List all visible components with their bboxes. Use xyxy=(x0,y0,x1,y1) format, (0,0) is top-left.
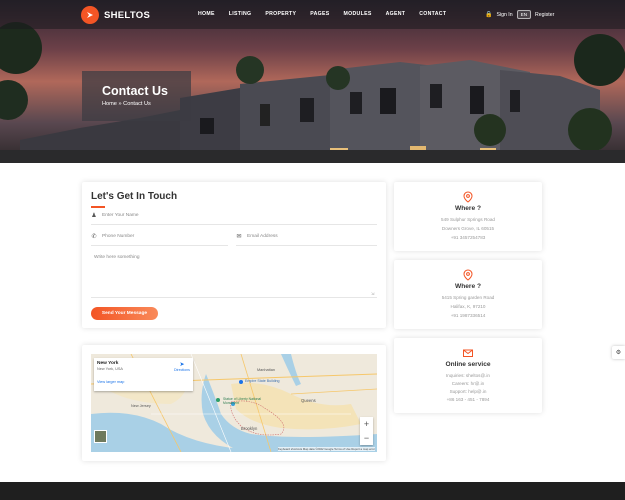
map-pin-icon xyxy=(463,191,473,203)
card-line: +91 1987336514 xyxy=(450,313,486,318)
map-attribution: Keyboard shortcuts Map data ©2022 Google… xyxy=(278,447,375,451)
top-navbar: SHELTOS HOME LISTING PROPERTY PAGES MODU… xyxy=(0,0,625,29)
nav-item-listing[interactable]: LISTING xyxy=(229,11,252,17)
signin-link[interactable]: Sign In xyxy=(496,12,512,18)
card-line: +91 3457254783 xyxy=(450,235,486,240)
nav-item-home[interactable]: HOME xyxy=(198,11,215,17)
main-menu: HOME LISTING PROPERTY PAGES MODULES AGEN… xyxy=(198,11,460,17)
page-title: Contact Us xyxy=(102,84,168,98)
card-heading: Where ? xyxy=(454,283,481,290)
nav-item-contact[interactable]: CONTACT xyxy=(419,11,446,17)
name-underline xyxy=(91,224,377,225)
breadcrumb: Home » Contact Us xyxy=(102,101,151,107)
email-field[interactable]: ✉ Email Address xyxy=(236,233,278,240)
map-card: Empire State Building Statue of Liberty … xyxy=(82,345,386,461)
footer xyxy=(0,482,625,500)
zoom-out-button[interactable]: − xyxy=(360,431,373,445)
register-link[interactable]: Register xyxy=(535,12,554,18)
map-label: Empire State Building xyxy=(245,379,280,383)
phone-icon: ✆ xyxy=(91,234,97,240)
phone-placeholder: Phone Number xyxy=(102,234,135,239)
form-title: Let's Get In Touch xyxy=(91,191,178,202)
map-label: New Jersey xyxy=(131,404,151,408)
card-line: Support: help@.in xyxy=(449,389,487,394)
map-pin-icon xyxy=(463,269,473,281)
brand-name: SHELTOS xyxy=(104,9,151,21)
map-zoom-control: + − xyxy=(360,417,373,445)
resize-handle-icon[interactable]: ⇲ xyxy=(371,291,374,296)
address-card-2: Where ? 5415 Spring garden Road Halifax,… xyxy=(394,260,542,329)
map-label: Queens xyxy=(301,398,316,403)
card-line: Inquiries: sheltos@.in xyxy=(446,373,490,378)
card-line: Halifax, K, 97210 xyxy=(450,304,486,309)
user-icon: ♟ xyxy=(91,213,97,219)
mail-icon: ✉ xyxy=(236,234,242,240)
title-underline xyxy=(91,206,105,208)
logo-icon xyxy=(81,6,99,24)
mail-icon xyxy=(463,349,473,357)
phone-field[interactable]: ✆ Phone Number xyxy=(91,233,134,240)
message-placeholder: Write here something xyxy=(94,255,140,260)
card-line: Downers Grove, IL 60515 xyxy=(441,226,495,231)
message-underline xyxy=(91,297,377,298)
brand-logo[interactable]: SHELTOS xyxy=(81,6,150,24)
card-heading: Where ? xyxy=(454,205,481,212)
directions-button[interactable]: ➤ Directions xyxy=(174,362,190,372)
map-place-card: New York New York, USA View larger map ➤… xyxy=(94,358,193,391)
message-field[interactable]: Write here something xyxy=(94,255,140,260)
address-card-1: Where ? 549 Sulphur Springs Road Downers… xyxy=(394,182,542,251)
name-field[interactable]: ♟ Enter Your Name xyxy=(91,212,139,219)
breadcrumb-separator: » xyxy=(118,101,122,107)
nav-item-pages[interactable]: PAGES xyxy=(310,11,329,17)
name-placeholder: Enter Your Name xyxy=(102,213,139,218)
nav-account: 🔒 Sign In EN Register xyxy=(485,10,554,19)
phone-underline xyxy=(91,245,228,246)
breadcrumb-current: Contact Us xyxy=(123,101,151,107)
nav-item-modules[interactable]: MODULES xyxy=(344,11,372,17)
hero-banner: SHELTOS HOME LISTING PROPERTY PAGES MODU… xyxy=(0,0,625,163)
card-line: +86 163 - 451 - 7894 xyxy=(446,397,490,402)
lock-icon: 🔒 xyxy=(485,12,493,18)
nav-item-agent[interactable]: AGENT xyxy=(386,11,406,17)
contact-form-card: Let's Get In Touch ♟ Enter Your Name ✆ P… xyxy=(82,182,386,328)
nav-item-property[interactable]: PROPERTY xyxy=(265,11,296,17)
breadcrumb-home[interactable]: Home xyxy=(102,101,117,107)
language-selector[interactable]: EN xyxy=(516,10,532,19)
map-label: Manhattan xyxy=(257,368,275,372)
map-label: Statue of Liberty National Monument xyxy=(223,397,262,405)
embedded-map[interactable]: Empire State Building Statue of Liberty … xyxy=(91,354,377,452)
card-heading: Online service xyxy=(445,361,491,368)
map-place-title: New York xyxy=(97,361,119,366)
map-layer-thumbnail[interactable] xyxy=(94,430,107,443)
map-label: Brooklyn xyxy=(241,426,258,431)
card-line: 5415 Spring garden Road xyxy=(441,295,495,300)
map-place-subtitle: New York, USA xyxy=(97,367,123,371)
settings-gear-icon[interactable]: ⚙ xyxy=(612,346,625,359)
online-service-card: Online service Inquiries: sheltos@.in Ca… xyxy=(394,338,542,413)
card-line: Careers: hr@.in xyxy=(451,381,485,386)
card-line: 549 Sulphur Springs Road xyxy=(441,217,495,222)
email-underline xyxy=(236,245,377,246)
send-message-button[interactable]: Send Your Message xyxy=(91,307,158,320)
zoom-in-button[interactable]: + xyxy=(360,417,373,431)
directions-label: Directions xyxy=(174,368,190,372)
page-title-box: Contact Us Home » Contact Us xyxy=(82,71,191,121)
view-larger-map-link[interactable]: View larger map xyxy=(97,380,124,384)
email-placeholder: Email Address xyxy=(247,234,278,239)
